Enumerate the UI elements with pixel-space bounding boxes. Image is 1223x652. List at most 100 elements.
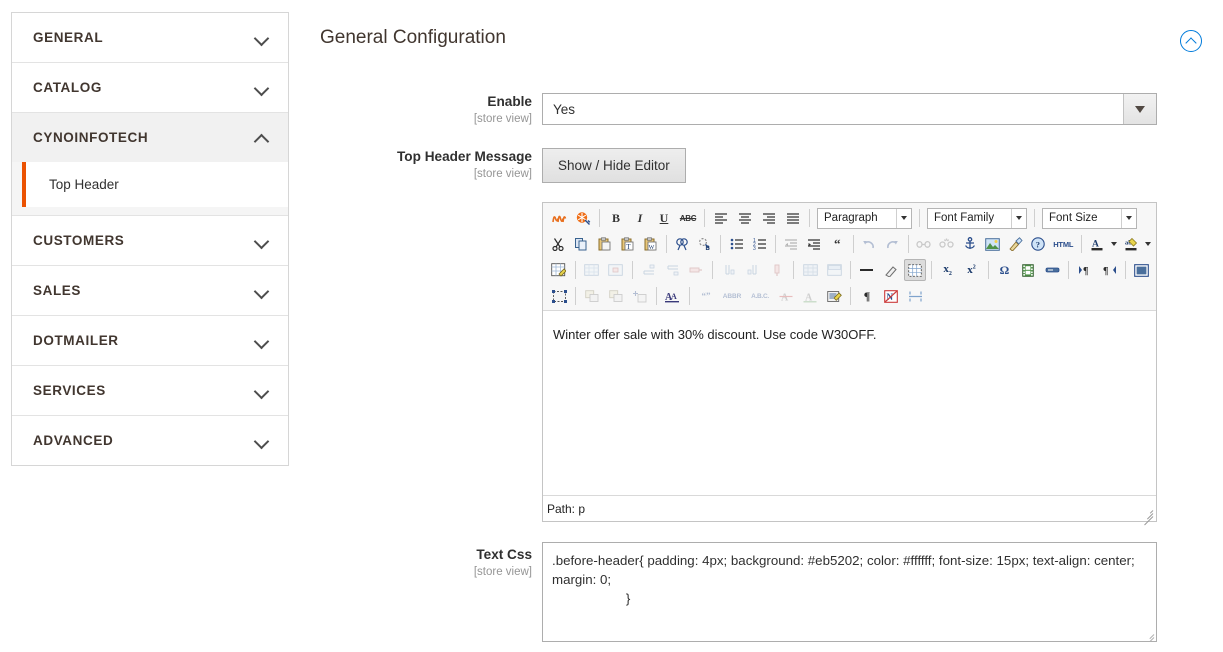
cut-icon[interactable] bbox=[548, 233, 569, 255]
remove-format-icon[interactable] bbox=[880, 259, 902, 281]
underline-icon[interactable]: U bbox=[653, 207, 675, 229]
horizontal-rule-icon[interactable] bbox=[856, 259, 878, 281]
text-css-textarea[interactable]: .before-header{ padding: 4px; background… bbox=[542, 542, 1157, 642]
cell-properties-icon[interactable] bbox=[605, 259, 627, 281]
chevron-up-circle-icon[interactable] bbox=[1180, 30, 1202, 52]
nonbreaking-icon[interactable]: N bbox=[880, 285, 902, 307]
magento-widget-icon[interactable] bbox=[548, 207, 570, 229]
rtl-icon[interactable]: ¶ bbox=[1098, 259, 1120, 281]
link-icon[interactable] bbox=[913, 233, 934, 255]
cleanup-icon[interactable] bbox=[1005, 233, 1026, 255]
insert-layer-icon[interactable] bbox=[629, 285, 651, 307]
row-before-icon[interactable] bbox=[638, 259, 660, 281]
special-character-icon[interactable]: Ω bbox=[994, 259, 1016, 281]
table-icon[interactable] bbox=[548, 259, 570, 281]
delete-text-icon[interactable]: A bbox=[775, 285, 797, 307]
sidebar-section-general-title[interactable]: GENERAL bbox=[12, 13, 288, 62]
superscript-icon[interactable]: x2 bbox=[961, 259, 983, 281]
sidebar-section-customers-title[interactable]: CUSTOMERS bbox=[12, 216, 288, 265]
help-icon[interactable]: ? bbox=[1028, 233, 1049, 255]
numbered-list-icon[interactable]: 123 bbox=[749, 233, 770, 255]
sidebar-section-advanced-title[interactable]: ADVANCED bbox=[12, 416, 288, 465]
text-color-dropdown-icon[interactable] bbox=[1108, 233, 1119, 255]
sidebar-section-catalog-title[interactable]: CATALOG bbox=[12, 63, 288, 112]
redo-icon[interactable] bbox=[882, 233, 903, 255]
background-color-icon[interactable]: ab bbox=[1121, 233, 1142, 255]
citation-icon[interactable]: “” bbox=[695, 285, 717, 307]
anchor-icon[interactable] bbox=[959, 233, 980, 255]
column-after-icon[interactable] bbox=[742, 259, 764, 281]
abbreviation-icon[interactable]: ABBR bbox=[719, 285, 745, 307]
delete-column-icon[interactable] bbox=[766, 259, 788, 281]
find-replace-icon[interactable]: B bbox=[694, 233, 715, 255]
sidebar-section-cynoinfotech-title[interactable]: CYNOINFOTECH bbox=[12, 113, 288, 162]
find-icon[interactable] bbox=[671, 233, 692, 255]
table-properties-icon[interactable] bbox=[581, 259, 603, 281]
editor-content-area[interactable]: Winter offer sale with 30% discount. Use… bbox=[543, 311, 1156, 475]
layer-front-icon[interactable] bbox=[605, 285, 627, 307]
copy-icon[interactable] bbox=[571, 233, 592, 255]
enable-select[interactable]: Yes bbox=[542, 93, 1157, 125]
chevron-down-icon[interactable] bbox=[1121, 208, 1136, 228]
paste-icon[interactable] bbox=[594, 233, 615, 255]
attributes-icon[interactable] bbox=[823, 285, 845, 307]
sidebar-section-advanced[interactable]: ADVANCED bbox=[12, 416, 288, 465]
align-center-icon[interactable] bbox=[734, 207, 756, 229]
sidebar-section-services-title[interactable]: SERVICES bbox=[12, 366, 288, 415]
sidebar-section-sales[interactable]: SALES bbox=[12, 266, 288, 316]
page-break-icon[interactable] bbox=[1041, 259, 1063, 281]
text-color-icon[interactable]: A bbox=[1087, 233, 1108, 255]
acronym-icon[interactable]: A.B.C. bbox=[747, 285, 773, 307]
fullscreen-icon[interactable] bbox=[1131, 259, 1153, 281]
bold-icon[interactable]: B bbox=[605, 207, 627, 229]
font-family-select[interactable]: Font Family bbox=[927, 207, 1027, 229]
magento-variable-icon[interactable] bbox=[572, 207, 594, 229]
unlink-icon[interactable] bbox=[936, 233, 957, 255]
paste-text-icon[interactable]: T bbox=[617, 233, 638, 255]
row-after-icon[interactable] bbox=[662, 259, 684, 281]
sidebar-section-sales-title[interactable]: SALES bbox=[12, 266, 288, 315]
undo-icon[interactable] bbox=[859, 233, 880, 255]
sidebar-section-dotmailer-title[interactable]: DOTMAILER bbox=[12, 316, 288, 365]
chevron-down-icon[interactable] bbox=[1011, 208, 1026, 228]
ltr-icon[interactable]: ¶ bbox=[1074, 259, 1096, 281]
select-all-icon[interactable] bbox=[548, 285, 570, 307]
merge-cells-icon[interactable] bbox=[823, 259, 845, 281]
visual-aid-icon[interactable] bbox=[903, 259, 926, 281]
media-icon[interactable] bbox=[1017, 259, 1039, 281]
insert-text-icon[interactable]: A bbox=[799, 285, 821, 307]
sidebar-item-top-header[interactable]: Top Header bbox=[22, 162, 288, 207]
sidebar-section-services[interactable]: SERVICES bbox=[12, 366, 288, 416]
textarea-resize-handle[interactable] bbox=[1142, 627, 1155, 641]
subscript-icon[interactable]: x2 bbox=[937, 259, 959, 281]
split-block-icon[interactable] bbox=[904, 285, 926, 307]
align-right-icon[interactable] bbox=[758, 207, 780, 229]
indent-icon[interactable] bbox=[804, 233, 825, 255]
split-cells-icon[interactable] bbox=[799, 259, 821, 281]
bullet-list-icon[interactable] bbox=[726, 233, 747, 255]
sidebar-section-customers[interactable]: CUSTOMERS bbox=[12, 216, 288, 266]
image-icon[interactable] bbox=[982, 233, 1003, 255]
paste-word-icon[interactable]: W bbox=[640, 233, 661, 255]
layer-back-icon[interactable] bbox=[581, 285, 603, 307]
column-before-icon[interactable] bbox=[718, 259, 740, 281]
align-left-icon[interactable] bbox=[710, 207, 732, 229]
sidebar-section-general[interactable]: GENERAL bbox=[12, 13, 288, 63]
sidebar-section-dotmailer[interactable]: DOTMAILER bbox=[12, 316, 288, 366]
show-hide-editor-button[interactable]: Show / Hide Editor bbox=[542, 148, 686, 183]
html-source-icon[interactable]: HTML bbox=[1051, 233, 1076, 255]
italic-icon[interactable]: I bbox=[629, 207, 651, 229]
paragraph-format-select[interactable]: Paragraph bbox=[817, 207, 912, 229]
pilcrow-icon[interactable]: ¶ bbox=[856, 285, 878, 307]
chevron-down-icon[interactable] bbox=[896, 208, 911, 228]
editor-resize-handle[interactable] bbox=[1139, 504, 1154, 526]
delete-row-icon[interactable] bbox=[686, 259, 708, 281]
background-color-dropdown-icon[interactable] bbox=[1143, 233, 1154, 255]
chevron-down-icon[interactable] bbox=[1123, 94, 1156, 124]
styles-icon[interactable]: A A bbox=[662, 285, 684, 307]
strikethrough-icon[interactable]: ABC bbox=[677, 207, 699, 229]
font-size-select[interactable]: Font Size bbox=[1042, 207, 1137, 229]
sidebar-section-catalog[interactable]: CATALOG bbox=[12, 63, 288, 113]
blockquote-icon[interactable]: “ bbox=[827, 233, 848, 255]
align-justify-icon[interactable] bbox=[782, 207, 804, 229]
